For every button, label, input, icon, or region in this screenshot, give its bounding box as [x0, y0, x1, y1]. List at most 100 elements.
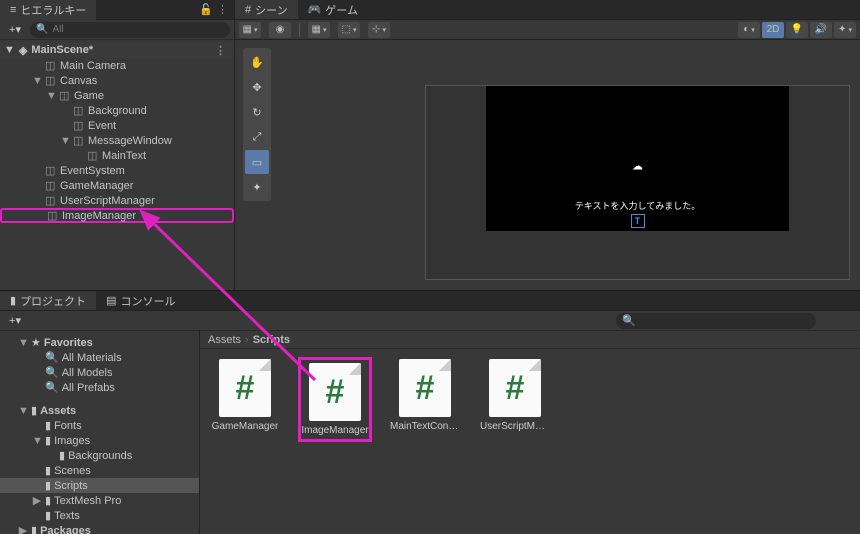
hierarchy-item[interactable]: ◫GameManager [0, 178, 234, 193]
snap-button[interactable]: ⬚ [338, 22, 360, 38]
folder-item[interactable]: ▮ Backgrounds [0, 448, 199, 463]
hierarchy-tree: ▼ ◈ MainScene* ⋮ ◫Main Camera▼◫Canvas▼◫G… [0, 40, 234, 290]
game-tab-label: ゲーム [325, 2, 358, 18]
asset-label: UserScriptMa… [480, 421, 550, 432]
game-tab[interactable]: 🎮 ゲーム [298, 0, 368, 19]
rotate-tool[interactable]: ↻ [245, 100, 269, 124]
folder-item[interactable]: ▶▮ TextMesh Pro [0, 493, 199, 508]
script-asset[interactable]: #UserScriptMa… [480, 359, 550, 432]
breadcrumb-current[interactable]: Scripts [253, 334, 290, 346]
fold-icon[interactable]: ▼ [60, 135, 70, 147]
csharp-script-icon: # [309, 363, 361, 421]
pivot-button[interactable]: ◉ [269, 22, 291, 38]
scale-tool[interactable]: ⤢ [245, 125, 269, 149]
folder-icon: ▮ [45, 509, 51, 522]
item-label: EventSystem [60, 165, 125, 177]
gameobject-icon: ◫ [45, 164, 57, 177]
packages-header[interactable]: ▶▮ Packages [0, 523, 199, 534]
assets-header[interactable]: ▼▮ Assets [0, 403, 199, 418]
transform-tool[interactable]: ✦ [245, 175, 269, 199]
hierarchy-item[interactable]: ◫ImageManager [0, 208, 234, 223]
hierarchy-item[interactable]: ◫Event [0, 118, 234, 133]
hierarchy-item[interactable]: ▼◫Canvas [0, 73, 234, 88]
script-asset[interactable]: #ImageManager [300, 359, 370, 440]
favorite-item[interactable]: 🔍 All Models [0, 365, 199, 380]
console-icon: ▤ [106, 294, 116, 307]
shading-button[interactable]: ◐ [738, 22, 760, 38]
folder-item[interactable]: ▼▮ Images [0, 433, 199, 448]
gameobject-icon: ◫ [45, 74, 57, 87]
game-canvas: ☁ テキストを入力してみました。 T [486, 86, 789, 231]
item-label: UserScriptManager [60, 195, 155, 207]
scene-tab[interactable]: # シーン [235, 0, 298, 19]
move-tool[interactable]: ✥ [245, 75, 269, 99]
fold-icon[interactable]: ▶ [32, 494, 42, 507]
favorite-item[interactable]: 🔍 All Prefabs [0, 380, 199, 395]
folder-item[interactable]: ▮ Fonts [0, 418, 199, 433]
console-tab[interactable]: ▤ コンソール [96, 291, 185, 310]
asset-label: GameManager [212, 421, 279, 432]
breadcrumb-root[interactable]: Assets [208, 334, 241, 346]
project-search[interactable]: 🔍 [616, 313, 816, 329]
panel-menu-icon[interactable]: ⋮ [217, 3, 228, 16]
cloud-graphic: ☁ [632, 159, 643, 172]
project-tab[interactable]: ▮ プロジェクト [0, 291, 96, 310]
item-label: Game [74, 90, 104, 102]
item-label: GameManager [60, 180, 133, 192]
script-asset[interactable]: #GameManager [210, 359, 280, 432]
folder-icon: ▮ [45, 419, 51, 432]
csharp-script-icon: # [399, 359, 451, 417]
folder-label: TextMesh Pro [54, 495, 121, 507]
fx-button[interactable]: ✦ [834, 22, 856, 38]
hierarchy-item[interactable]: ▼◫MessageWindow [0, 133, 234, 148]
scene-menu-icon[interactable]: ⋮ [215, 44, 230, 57]
hierarchy-tab[interactable]: ≡ ヒエラルキー [0, 0, 96, 21]
scene-row[interactable]: ▼ ◈ MainScene* ⋮ [0, 42, 234, 58]
favorite-item[interactable]: 🔍 All Materials [0, 350, 199, 365]
folder-item[interactable]: ▮ Texts [0, 508, 199, 523]
grid-button[interactable]: ▦ [308, 22, 330, 38]
lock-icon[interactable]: 🔓 [199, 3, 213, 16]
hierarchy-search[interactable]: 🔍 All [30, 22, 230, 38]
fold-icon[interactable]: ▼ [4, 44, 15, 56]
item-label: MainText [102, 150, 146, 162]
fold-icon[interactable]: ▼ [32, 435, 42, 447]
favorites-header[interactable]: ▼★ Favorites [0, 335, 199, 350]
game-tab-icon: 🎮 [308, 3, 322, 16]
project-add-button[interactable]: +▾ [4, 314, 26, 327]
search-icon: 🔍 [45, 351, 59, 364]
folder-icon: ▮ [45, 479, 51, 492]
hierarchy-item[interactable]: ◫UserScriptManager [0, 193, 234, 208]
hand-tool[interactable]: ✋ [245, 50, 269, 74]
folder-item[interactable]: ▮ Scripts [0, 478, 199, 493]
light-button[interactable]: 💡 [786, 22, 808, 38]
hierarchy-item[interactable]: ◫Main Camera [0, 58, 234, 73]
packages-label: Packages [40, 525, 91, 534]
add-button[interactable]: +▾ [4, 23, 26, 36]
draw-mode-button[interactable]: ▦ [239, 22, 261, 38]
folder-icon: ▮ [59, 449, 65, 462]
hierarchy-item[interactable]: ◫MainText [0, 148, 234, 163]
project-tree: ▼★ Favorites 🔍 All Materials🔍 All Models… [0, 331, 200, 534]
folder-label: Scripts [54, 480, 88, 492]
hierarchy-item[interactable]: ▼◫Game [0, 88, 234, 103]
folder-item[interactable]: ▮ Scenes [0, 463, 199, 478]
gameobject-icon: ◫ [47, 209, 59, 222]
fold-icon[interactable]: ▼ [46, 90, 56, 102]
fold-icon[interactable]: ▼ [32, 75, 42, 87]
increment-button[interactable]: ⊹ [368, 22, 390, 38]
script-asset[interactable]: #MainTextCont… [390, 359, 460, 432]
item-label: Background [88, 105, 147, 117]
gameobject-icon: ◫ [45, 59, 57, 72]
hierarchy-item[interactable]: ◫Background [0, 103, 234, 118]
text-gizmo-icon: T [631, 214, 645, 228]
scene-viewport[interactable]: ✋ ✥ ↻ ⤢ ▭ ✦ ☁ テキストを入力してみました。 T [235, 40, 860, 290]
breadcrumb-separator: › [245, 334, 249, 346]
scene-tab-icon: # [245, 4, 251, 16]
hierarchy-item[interactable]: ◫EventSystem [0, 163, 234, 178]
rect-tool[interactable]: ▭ [245, 150, 269, 174]
gameobject-icon: ◫ [73, 119, 85, 132]
2d-button[interactable]: 2D [762, 22, 784, 38]
scene-panel: # シーン 🎮 ゲーム ▦ ◉ ▦ ⬚ ⊹ ◐ 2D 💡 🔊 ✦ ✋ ✥ [235, 0, 860, 290]
audio-button[interactable]: 🔊 [810, 22, 832, 38]
